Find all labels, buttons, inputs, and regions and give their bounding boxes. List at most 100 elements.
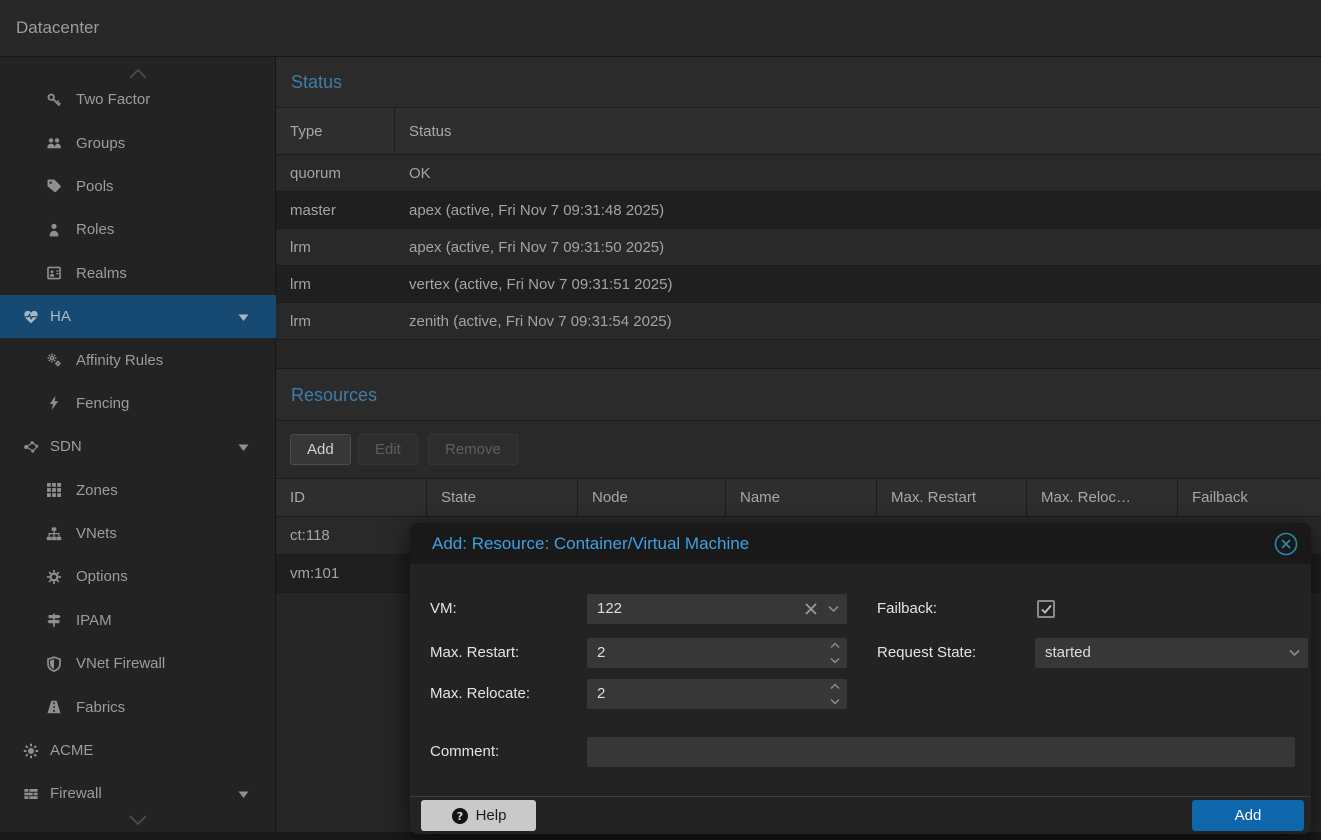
sidebar-item-roles[interactable]: Roles: [0, 208, 276, 251]
sidebar-item-label: ACME: [50, 742, 93, 759]
sidebar-item-label: Two Factor: [76, 91, 150, 108]
spinner-arrows-icon[interactable]: [829, 683, 841, 705]
dialog-add-button[interactable]: Add: [1192, 800, 1304, 831]
caret-down-icon[interactable]: [237, 310, 250, 323]
sidebar-item-realms[interactable]: Realms: [0, 252, 276, 295]
sidebar-item-label: Zones: [76, 482, 118, 499]
sidebar-item-label: VNets: [76, 525, 117, 542]
sidebar-item-pools[interactable]: Pools: [0, 165, 276, 208]
dialog-title: Add: Resource: Container/Virtual Machine: [432, 523, 749, 564]
vm-value: 122: [597, 600, 622, 617]
top-bar: Datacenter: [0, 0, 1321, 57]
add-button[interactable]: Add: [290, 434, 351, 465]
status-cell-type: quorum: [276, 155, 395, 191]
person-icon: [45, 221, 63, 239]
status-table-row[interactable]: lrmvertex (active, Fri Nov 7 09:31:51 20…: [276, 266, 1321, 303]
sidebar-item-fabrics[interactable]: Fabrics: [0, 685, 276, 728]
sidebar-item-options[interactable]: Options: [0, 555, 276, 598]
status-cell-type: lrm: [276, 303, 395, 339]
sidebar-item-affinity-rules[interactable]: Affinity Rules: [0, 338, 276, 381]
chevron-down-icon: [128, 814, 148, 826]
sidebar-item-label: IPAM: [76, 612, 112, 629]
sidebar-item-ipam[interactable]: IPAM: [0, 599, 276, 642]
sidebar-item-ha[interactable]: HA: [0, 295, 276, 338]
sidebar-item-label: Groups: [76, 135, 125, 152]
comment-label: Comment:: [430, 737, 499, 767]
max-restart-value: 2: [597, 644, 605, 661]
resources-column-header-id[interactable]: ID: [276, 479, 427, 516]
sidebar-item-groups[interactable]: Groups: [0, 121, 276, 164]
gear-icon: [45, 568, 63, 586]
max-relocate-spinner[interactable]: 2: [587, 679, 847, 709]
sidebar-item-label: Affinity Rules: [76, 352, 163, 369]
comment-input[interactable]: [587, 737, 1295, 767]
sidebar-item-vnets[interactable]: VNets: [0, 512, 276, 555]
sidebar-item-label: Fencing: [76, 395, 129, 412]
close-icon[interactable]: [1273, 531, 1299, 557]
heartbeat-icon: [22, 308, 40, 326]
chevron-down-icon[interactable]: [1289, 649, 1300, 657]
resources-column-header-node[interactable]: Node: [578, 479, 726, 516]
signpost-icon: [45, 611, 63, 629]
status-table-row[interactable]: masterapex (active, Fri Nov 7 09:31:48 2…: [276, 192, 1321, 229]
sidebar-item-acme[interactable]: ACME: [0, 729, 276, 772]
sidebar-item-two-factor[interactable]: Two Factor: [0, 78, 276, 121]
sitemap-icon: [45, 525, 63, 543]
help-button[interactable]: ? Help: [421, 800, 536, 831]
sidebar-item-label: Roles: [76, 221, 114, 238]
resources-section-title: Resources: [291, 369, 377, 421]
users-icon: [45, 134, 63, 152]
resources-column-header-name[interactable]: Name: [726, 479, 877, 516]
road-icon: [45, 698, 63, 716]
status-table-header: TypeStatus: [276, 108, 1321, 155]
status-table-row[interactable]: quorumOK: [276, 155, 1321, 192]
clear-icon[interactable]: [805, 603, 817, 615]
status-cell-type: lrm: [276, 266, 395, 302]
page-title: Datacenter: [16, 0, 99, 56]
add-resource-dialog: Add: Resource: Container/Virtual Machine…: [410, 523, 1311, 834]
key-icon: [45, 91, 63, 109]
status-column-header-status[interactable]: Status: [395, 108, 1321, 154]
dialog-header[interactable]: Add: Resource: Container/Virtual Machine: [410, 523, 1311, 564]
status-cell-status: apex (active, Fri Nov 7 09:31:48 2025): [395, 192, 1321, 228]
sidebar-item-vnet-firewall[interactable]: VNet Firewall: [0, 642, 276, 685]
status-table-row[interactable]: lrmapex (active, Fri Nov 7 09:31:50 2025…: [276, 229, 1321, 266]
vm-label: VM:: [430, 594, 457, 624]
resources-column-header-failback[interactable]: Failback: [1178, 479, 1321, 516]
dialog-footer-divider: [410, 796, 1311, 797]
remove-button[interactable]: Remove: [428, 434, 518, 465]
failback-checkbox[interactable]: [1037, 600, 1055, 618]
status-section-header: Status: [276, 57, 1321, 108]
vm-combobox[interactable]: 122: [587, 594, 847, 624]
status-cell-type: lrm: [276, 229, 395, 265]
caret-down-icon[interactable]: [237, 787, 250, 800]
caret-down-icon[interactable]: [237, 440, 250, 453]
max-restart-spinner[interactable]: 2: [587, 638, 847, 668]
max-relocate-value: 2: [597, 685, 605, 702]
sidebar-item-sdn[interactable]: SDN: [0, 425, 276, 468]
spinner-arrows-icon[interactable]: [829, 642, 841, 664]
status-cell-status: apex (active, Fri Nov 7 09:31:50 2025): [395, 229, 1321, 265]
resource-cell-id: vm:101: [276, 555, 427, 592]
sidebar-item-fencing[interactable]: Fencing: [0, 382, 276, 425]
sidebar-item-label: HA: [50, 308, 71, 325]
max-relocate-label: Max. Relocate:: [430, 679, 530, 709]
request-state-value: started: [1045, 644, 1091, 661]
sidebar-item-label: Options: [76, 568, 128, 585]
chevron-down-icon[interactable]: [828, 605, 839, 613]
resources-toolbar: Add Edit Remove: [276, 421, 1321, 479]
status-column-header-type[interactable]: Type: [276, 108, 395, 154]
starburst-icon: [22, 742, 40, 760]
status-cell-status: OK: [395, 155, 1321, 191]
sidebar-item-label: Pools: [76, 178, 114, 195]
failback-label: Failback:: [877, 594, 937, 624]
edit-button[interactable]: Edit: [358, 434, 418, 465]
resources-column-header-max-restart[interactable]: Max. Restart: [877, 479, 1027, 516]
bolt-icon: [45, 394, 63, 412]
resources-column-header-state[interactable]: State: [427, 479, 578, 516]
sidebar-item-zones[interactable]: Zones: [0, 469, 276, 512]
resources-section-header: Resources: [276, 368, 1321, 421]
status-table-row[interactable]: lrmzenith (active, Fri Nov 7 09:31:54 20…: [276, 303, 1321, 340]
resources-column-header-max-reloc-[interactable]: Max. Reloc…: [1027, 479, 1178, 516]
request-state-select[interactable]: started: [1035, 638, 1308, 668]
